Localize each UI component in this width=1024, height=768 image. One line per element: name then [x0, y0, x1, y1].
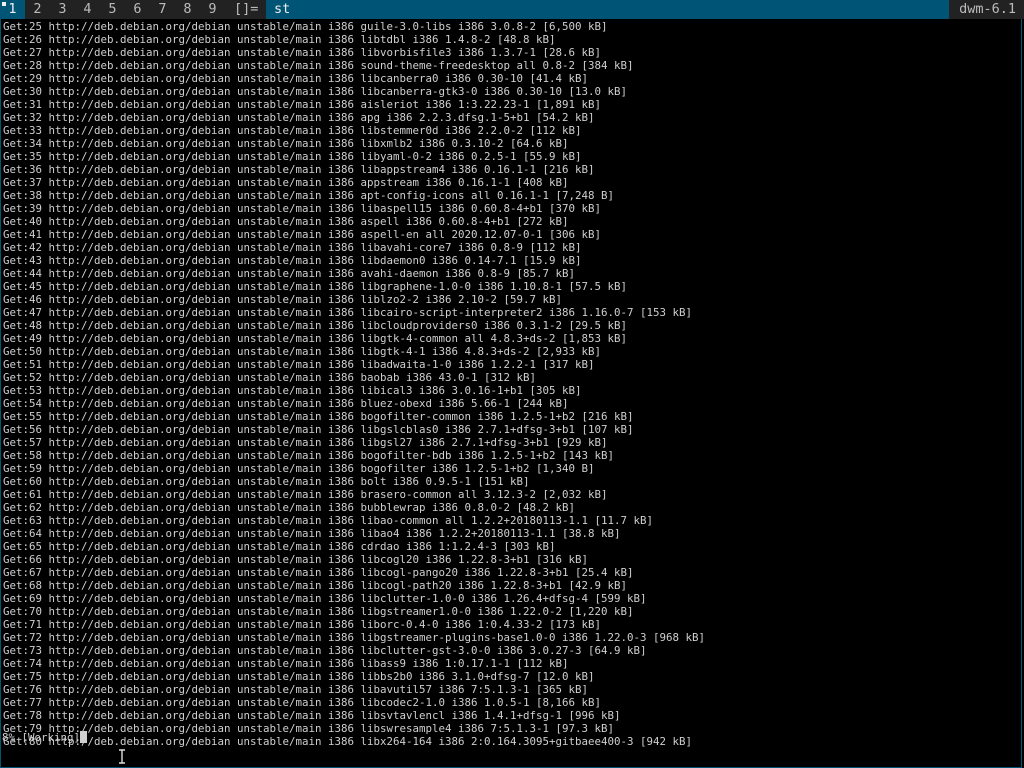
occupied-indicator-icon	[2, 2, 6, 6]
terminal-line: Get:76 http://deb.debian.org/debian unst…	[3, 683, 589, 696]
terminal-line: Get:26 http://deb.debian.org/debian unst…	[3, 33, 556, 46]
terminal-line: Get:30 http://deb.debian.org/debian unst…	[3, 85, 628, 98]
terminal-line: Get:27 http://deb.debian.org/debian unst…	[3, 46, 602, 59]
tag-label: 6	[133, 1, 142, 17]
tag-7[interactable]: 7	[150, 0, 175, 19]
tag-8[interactable]: 8	[175, 0, 200, 19]
tag-label: 2	[33, 1, 42, 17]
terminal-line: Get:48 http://deb.debian.org/debian unst…	[3, 319, 628, 332]
window-title: st	[266, 0, 949, 19]
terminal-line: Get:72 http://deb.debian.org/debian unst…	[3, 631, 706, 644]
terminal-line: Get:73 http://deb.debian.org/debian unst…	[3, 644, 647, 657]
terminal-line: Get:80 http://deb.debian.org/debian unst…	[3, 735, 693, 748]
terminal-line: Get:62 http://deb.debian.org/debian unst…	[3, 501, 576, 514]
terminal-line: Get:79 http://deb.debian.org/debian unst…	[3, 722, 615, 735]
terminal-line: Get:42 http://deb.debian.org/debian unst…	[3, 241, 582, 254]
terminal-line: Get:40 http://deb.debian.org/debian unst…	[3, 215, 569, 228]
terminal-line: Get:77 http://deb.debian.org/debian unst…	[3, 696, 602, 709]
terminal-line: Get:69 http://deb.debian.org/debian unst…	[3, 592, 647, 605]
terminal-line: Get:35 http://deb.debian.org/debian unst…	[3, 150, 582, 163]
tag-5[interactable]: 5	[100, 0, 125, 19]
terminal-line: Get:44 http://deb.debian.org/debian unst…	[3, 267, 576, 280]
terminal-line: Get:60 http://deb.debian.org/debian unst…	[3, 475, 530, 488]
terminal-line: Get:54 http://deb.debian.org/debian unst…	[3, 397, 569, 410]
tag-label: 1	[8, 1, 17, 17]
progress-text: 8% [Working]	[2, 731, 81, 744]
terminal-line: Get:43 http://deb.debian.org/debian unst…	[3, 254, 582, 267]
terminal-line: Get:37 http://deb.debian.org/debian unst…	[3, 176, 569, 189]
tag-label: 3	[58, 1, 67, 17]
dwm-status-bar: 1 2 3 4 5 6 7 8 9 []= st dwm-6.1	[0, 0, 1024, 19]
tag-9[interactable]: 9	[200, 0, 225, 19]
terminal-line: Get:78 http://deb.debian.org/debian unst…	[3, 709, 621, 722]
tag-6[interactable]: 6	[125, 0, 150, 19]
terminal-line: Get:65 http://deb.debian.org/debian unst…	[3, 540, 556, 553]
terminal-line: Get:64 http://deb.debian.org/debian unst…	[3, 527, 621, 540]
terminal-line: Get:61 http://deb.debian.org/debian unst…	[3, 488, 608, 501]
terminal-line: Get:29 http://deb.debian.org/debian unst…	[3, 72, 589, 85]
tag-label: 4	[83, 1, 92, 17]
tag-2[interactable]: 2	[25, 0, 50, 19]
ibeam-pointer-icon	[119, 749, 125, 764]
terminal-line: Get:25 http://deb.debian.org/debian unst…	[3, 20, 608, 33]
tag-label: 8	[183, 1, 192, 17]
terminal-line: Get:59 http://deb.debian.org/debian unst…	[3, 462, 595, 475]
tag-4[interactable]: 4	[75, 0, 100, 19]
terminal-line: Get:51 http://deb.debian.org/debian unst…	[3, 358, 595, 371]
terminal-line: Get:50 http://deb.debian.org/debian unst…	[3, 345, 602, 358]
tag-3[interactable]: 3	[50, 0, 75, 19]
terminal-window[interactable]: Get:25 http://deb.debian.org/debian unst…	[0, 19, 1022, 768]
terminal-line: Get:46 http://deb.debian.org/debian unst…	[3, 293, 563, 306]
terminal-line: Get:47 http://deb.debian.org/debian unst…	[3, 306, 693, 319]
terminal-line: Get:32 http://deb.debian.org/debian unst…	[3, 111, 595, 124]
terminal-line: Get:75 http://deb.debian.org/debian unst…	[3, 670, 595, 683]
terminal-line: Get:31 http://deb.debian.org/debian unst…	[3, 98, 602, 111]
terminal-line: Get:63 http://deb.debian.org/debian unst…	[3, 514, 654, 527]
terminal-line: Get:68 http://deb.debian.org/debian unst…	[3, 579, 628, 592]
terminal-line: Get:49 http://deb.debian.org/debian unst…	[3, 332, 628, 345]
terminal-line: Get:56 http://deb.debian.org/debian unst…	[3, 423, 634, 436]
terminal-line: Get:38 http://deb.debian.org/debian unst…	[3, 189, 615, 202]
terminal-line: Get:52 http://deb.debian.org/debian unst…	[3, 371, 537, 384]
terminal-line: Get:34 http://deb.debian.org/debian unst…	[3, 137, 569, 150]
tag-label: 9	[208, 1, 217, 17]
terminal-line: Get:71 http://deb.debian.org/debian unst…	[3, 618, 602, 631]
layout-symbol[interactable]: []=	[234, 0, 258, 19]
terminal-line: Get:33 http://deb.debian.org/debian unst…	[3, 124, 582, 137]
terminal-line: Get:53 http://deb.debian.org/debian unst…	[3, 384, 582, 397]
terminal-line: Get:57 http://deb.debian.org/debian unst…	[3, 436, 608, 449]
terminal-line: Get:70 http://deb.debian.org/debian unst…	[3, 605, 634, 618]
terminal-line: Get:74 http://deb.debian.org/debian unst…	[3, 657, 569, 670]
terminal-progress-line: 8% [Working]	[2, 731, 88, 744]
terminal-line: Get:45 http://deb.debian.org/debian unst…	[3, 280, 628, 293]
terminal-line: Get:67 http://deb.debian.org/debian unst…	[3, 566, 634, 579]
terminal-line: Get:66 http://deb.debian.org/debian unst…	[3, 553, 589, 566]
tag-label: 7	[158, 1, 167, 17]
tag-1[interactable]: 1	[0, 0, 25, 19]
terminal-line: Get:41 http://deb.debian.org/debian unst…	[3, 228, 602, 241]
terminal-output: Get:25 http://deb.debian.org/debian unst…	[3, 20, 705, 748]
terminal-line: Get:28 http://deb.debian.org/debian unst…	[3, 59, 634, 72]
terminal-line: Get:36 http://deb.debian.org/debian unst…	[3, 163, 595, 176]
text-cursor-icon	[80, 731, 88, 743]
terminal-line: Get:55 http://deb.debian.org/debian unst…	[3, 410, 634, 423]
terminal-line: Get:39 http://deb.debian.org/debian unst…	[3, 202, 602, 215]
terminal-line: Get:58 http://deb.debian.org/debian unst…	[3, 449, 615, 462]
status-text: dwm-6.1	[959, 1, 1016, 17]
tag-label: 5	[108, 1, 117, 17]
